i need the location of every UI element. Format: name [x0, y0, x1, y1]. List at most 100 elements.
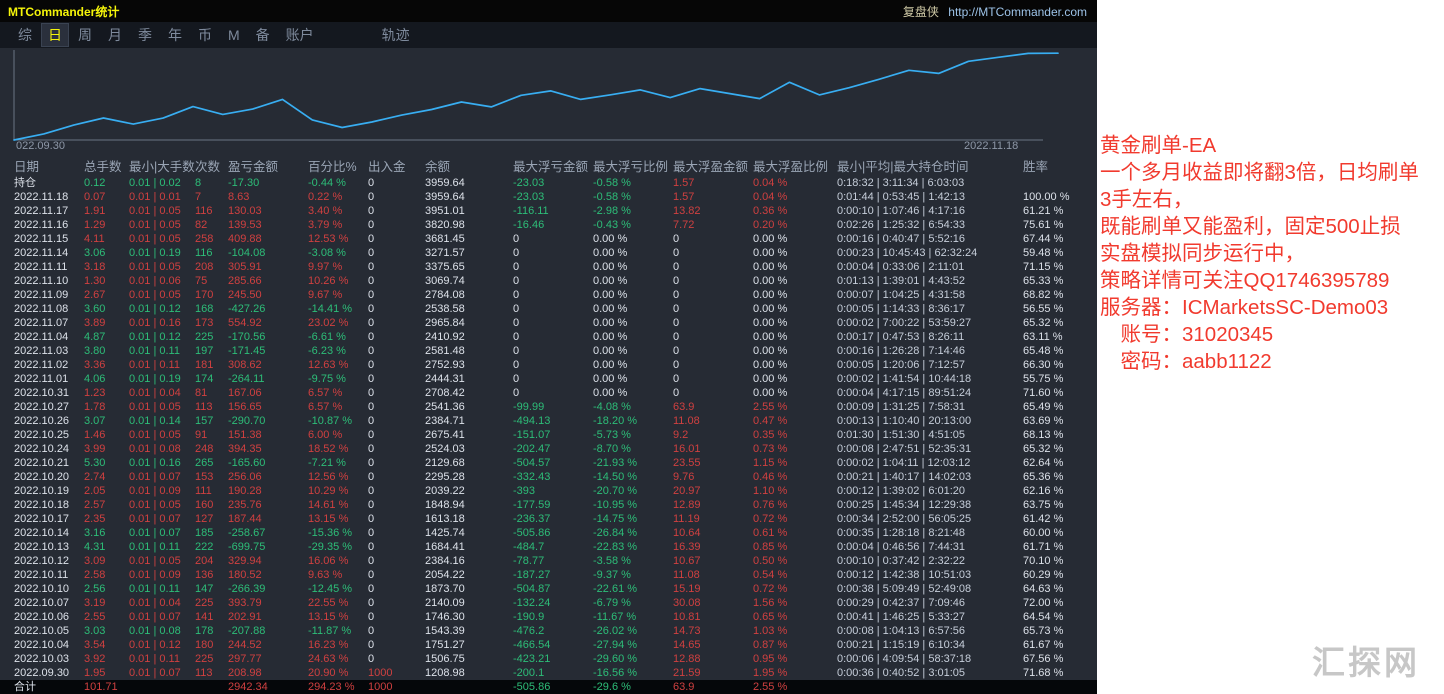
- table-row[interactable]: 2022.11.113.180.01 | 0.05208305.919.97 %…: [0, 260, 1097, 274]
- cell-fl_amt: -151.07: [513, 428, 593, 442]
- table-row[interactable]: 2022.11.180.070.01 | 0.0178.630.22 %0395…: [0, 190, 1097, 204]
- cell-balance: 2965.84: [425, 316, 513, 330]
- table-row[interactable]: 2022.10.062.550.01 | 0.07141202.9113.15 …: [0, 610, 1097, 624]
- cell-fp_amt: 1.57: [673, 176, 753, 190]
- table-row[interactable]: 2022.10.202.740.01 | 0.07153256.0612.56 …: [0, 470, 1097, 484]
- cell-count: 116: [195, 204, 228, 218]
- cell-inout: 0: [368, 540, 425, 554]
- table-row[interactable]: 2022.10.172.350.01 | 0.07127187.4413.15 …: [0, 512, 1097, 526]
- cell-fp_amt: 0: [673, 274, 753, 288]
- cell-pct: 9.63 %: [308, 568, 368, 582]
- table-row[interactable]: 2022.11.033.800.01 | 0.11197-171.45-6.23…: [0, 344, 1097, 358]
- table-row[interactable]: 2022.09.301.950.01 | 0.07113208.9820.90 …: [0, 666, 1097, 680]
- table-row[interactable]: 2022.11.073.890.01 | 0.16173554.9223.02 …: [0, 316, 1097, 330]
- table-row[interactable]: 2022.10.073.190.01 | 0.04225393.7922.55 …: [0, 596, 1097, 610]
- cell-winrate: 65.32 %: [1023, 316, 1095, 330]
- cell-fl_pct: -9.37 %: [593, 568, 673, 582]
- table-row[interactable]: 2022.11.143.060.01 | 0.19116-104.08-3.08…: [0, 246, 1097, 260]
- column-header-times: 最小|平均|最大持仓时间: [837, 156, 1023, 175]
- menu-tab-备[interactable]: 备: [250, 24, 276, 46]
- cell-fp_pct: 0.50 %: [753, 554, 837, 568]
- table-row[interactable]: 2022.10.271.780.01 | 0.05113156.656.57 %…: [0, 400, 1097, 414]
- table-row[interactable]: 2022.11.161.290.01 | 0.0582139.533.79 %0…: [0, 218, 1097, 232]
- table-row[interactable]: 2022.10.043.540.01 | 0.12180244.5216.23 …: [0, 638, 1097, 652]
- cell-count: 136: [195, 568, 228, 582]
- table-row[interactable]: 2022.10.102.560.01 | 0.11147-266.39-12.4…: [0, 582, 1097, 596]
- cell-lots: 2.35: [84, 512, 129, 526]
- cell-winrate: 66.30 %: [1023, 358, 1095, 372]
- cell-date: 2022.09.30: [14, 666, 84, 680]
- table-row[interactable]: 2022.11.154.110.01 | 0.05258409.8812.53 …: [0, 232, 1097, 246]
- cell-fp_amt: 63.9: [673, 680, 753, 694]
- table-row[interactable]: 持仓0.120.01 | 0.028-17.30-0.44 %03959.64-…: [0, 176, 1097, 190]
- cell-fp_pct: 0.85 %: [753, 540, 837, 554]
- table-row[interactable]: 2022.11.083.600.01 | 0.12168-427.26-14.4…: [0, 302, 1097, 316]
- table-row[interactable]: 2022.10.123.090.01 | 0.05204329.9416.06 …: [0, 554, 1097, 568]
- cell-fl_pct: -3.58 %: [593, 554, 673, 568]
- table-row[interactable]: 2022.10.251.460.01 | 0.0591151.386.00 %0…: [0, 428, 1097, 442]
- cell-fl_pct: -18.20 %: [593, 414, 673, 428]
- cell-fl_pct: -11.67 %: [593, 610, 673, 624]
- cell-times: 0:00:17 | 0:47:53 | 8:26:11: [837, 330, 1023, 344]
- menu-tab-周[interactable]: 周: [72, 24, 98, 46]
- cell-fp_amt: 9.2: [673, 428, 753, 442]
- cell-balance: 2295.28: [425, 470, 513, 484]
- cell-fl_pct: 0.00 %: [593, 274, 673, 288]
- cell-minmax: 0.01 | 0.12: [129, 330, 195, 344]
- table-row[interactable]: 2022.10.192.050.01 | 0.09111190.2810.29 …: [0, 484, 1097, 498]
- table-row[interactable]: 2022.10.134.310.01 | 0.11222-699.75-29.3…: [0, 540, 1097, 554]
- cell-date: 2022.10.20: [14, 470, 84, 484]
- cell-winrate: 65.49 %: [1023, 400, 1095, 414]
- cell-pct: 9.97 %: [308, 260, 368, 274]
- brand-url-link[interactable]: http://MTCommander.com: [948, 5, 1087, 19]
- cell-pct: 12.56 %: [308, 470, 368, 484]
- cell-pct: -11.87 %: [308, 624, 368, 638]
- menu-tab-日[interactable]: 日: [42, 24, 68, 46]
- table-row-total[interactable]: 合计101.712942.34294.23 %1000-505.86-29.6 …: [0, 680, 1097, 694]
- menu-tab-trail[interactable]: 轨迹: [376, 24, 416, 46]
- table-row[interactable]: 2022.10.263.070.01 | 0.14157-290.70-10.8…: [0, 414, 1097, 428]
- menu-tab-年[interactable]: 年: [162, 24, 188, 46]
- cell-times: 0:00:02 | 1:04:11 | 12:03:12: [837, 456, 1023, 470]
- table-row[interactable]: 2022.10.215.300.01 | 0.16265-165.60-7.21…: [0, 456, 1097, 470]
- cell-inout: 1000: [368, 666, 425, 680]
- table-row[interactable]: 2022.10.033.920.01 | 0.11225297.7724.63 …: [0, 652, 1097, 666]
- cell-times: 0:01:30 | 1:51:30 | 4:51:05: [837, 428, 1023, 442]
- cell-count: 113: [195, 666, 228, 680]
- menu-tab-币[interactable]: 币: [192, 24, 218, 46]
- menu-tab-月[interactable]: 月: [102, 24, 128, 46]
- table-row[interactable]: 2022.11.171.910.01 | 0.05116130.033.40 %…: [0, 204, 1097, 218]
- table-row[interactable]: 2022.11.092.670.01 | 0.05170245.509.67 %…: [0, 288, 1097, 302]
- cell-minmax: 0.01 | 0.06: [129, 274, 195, 288]
- chart-start-date-label: 022.09.30: [16, 140, 65, 152]
- cell-date: 2022.10.14: [14, 526, 84, 540]
- table-row[interactable]: 2022.11.023.360.01 | 0.11181308.6212.63 …: [0, 358, 1097, 372]
- cell-fl_pct: -29.6 %: [593, 680, 673, 694]
- table-row[interactable]: 2022.10.182.570.01 | 0.05160235.7614.61 …: [0, 498, 1097, 512]
- cell-count: 178: [195, 624, 228, 638]
- table-row[interactable]: 2022.10.143.160.01 | 0.07185-258.67-15.3…: [0, 526, 1097, 540]
- cell-pct: -6.23 %: [308, 344, 368, 358]
- cell-fl_pct: -29.60 %: [593, 652, 673, 666]
- cell-fl_amt: -202.47: [513, 442, 593, 456]
- table-row[interactable]: 2022.10.053.030.01 | 0.08178-207.88-11.8…: [0, 624, 1097, 638]
- cell-fl_pct: -26.02 %: [593, 624, 673, 638]
- cell-date: 2022.10.13: [14, 540, 84, 554]
- table-row[interactable]: 2022.11.044.870.01 | 0.12225-170.56-6.61…: [0, 330, 1097, 344]
- menu-tab-综[interactable]: 综: [12, 24, 38, 46]
- cell-pnl: 285.66: [228, 274, 308, 288]
- table-row[interactable]: 2022.10.112.580.01 | 0.09136180.529.63 %…: [0, 568, 1097, 582]
- menu-tab-季[interactable]: 季: [132, 24, 158, 46]
- cell-times: 0:00:29 | 0:42:37 | 7:09:46: [837, 596, 1023, 610]
- cell-winrate: 71.60 %: [1023, 386, 1095, 400]
- table-row[interactable]: 2022.11.014.060.01 | 0.19174-264.11-9.75…: [0, 372, 1097, 386]
- cell-fl_pct: 0.00 %: [593, 288, 673, 302]
- menu-tab-账户[interactable]: 账户: [280, 24, 320, 46]
- cell-winrate: 65.48 %: [1023, 344, 1095, 358]
- table-row[interactable]: 2022.10.243.990.01 | 0.08248394.3518.52 …: [0, 442, 1097, 456]
- mtcommander-window: MTCommander统计 复盘侠 http://MTCommander.com…: [0, 0, 1097, 694]
- table-row[interactable]: 2022.10.311.230.01 | 0.0481167.066.57 %0…: [0, 386, 1097, 400]
- table-row[interactable]: 2022.11.101.300.01 | 0.0675285.6610.26 %…: [0, 274, 1097, 288]
- cell-times: 0:00:35 | 1:28:18 | 8:21:48: [837, 526, 1023, 540]
- menu-tab-M[interactable]: M: [222, 26, 246, 44]
